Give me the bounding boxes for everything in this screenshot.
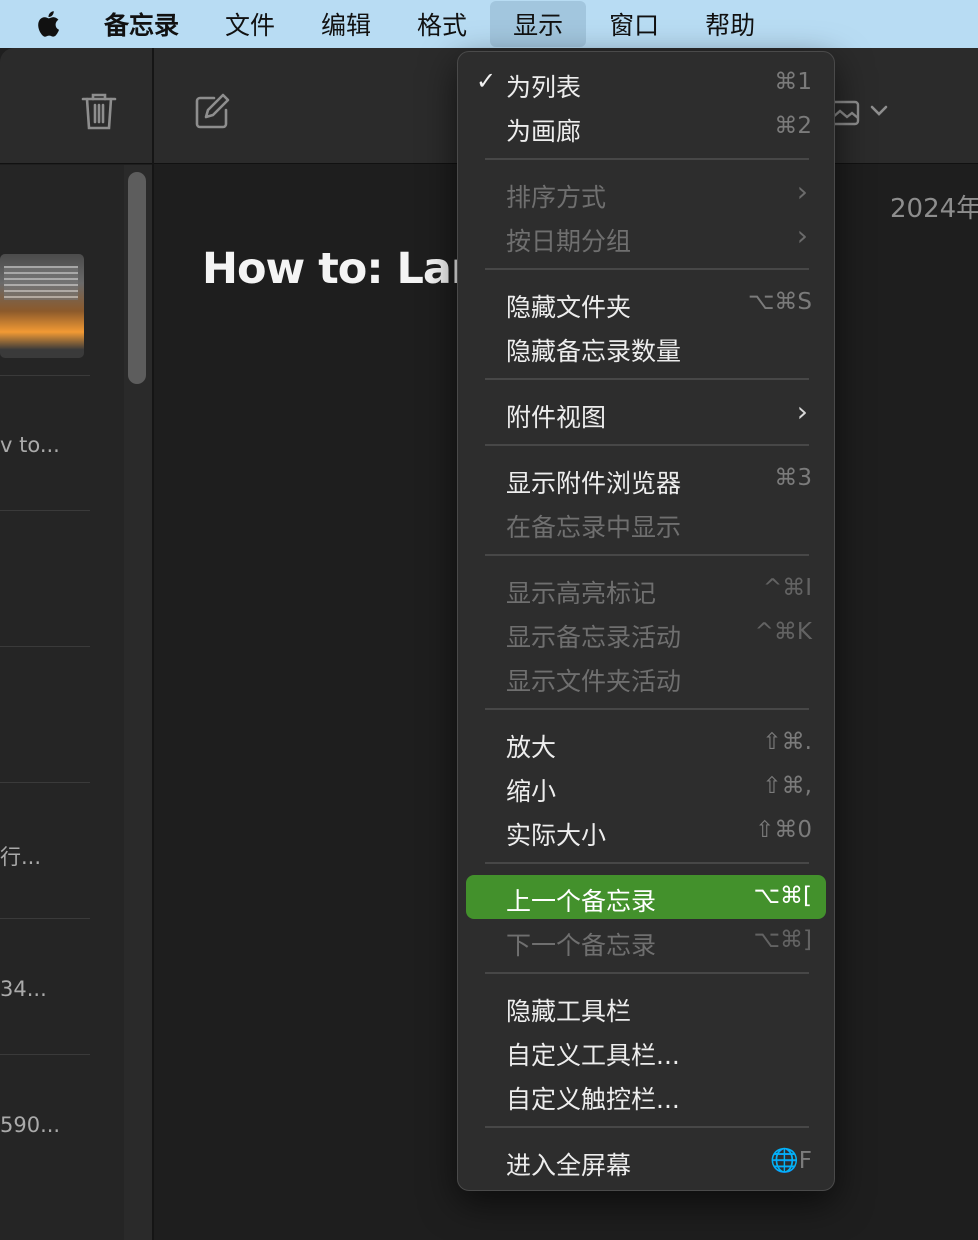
menu-item-as-gallery[interactable]: 为画廊 ⌘2 [466,105,826,149]
menu-item-show-attachments-browser[interactable]: 显示附件浏览器 ⌘3 [466,457,826,501]
menu-separator [485,1126,809,1128]
chevron-right-icon: › [796,395,808,428]
menu-item-show-folder-activity: 显示文件夹活动 [466,655,826,699]
menubar-edit[interactable]: 编辑 [298,0,394,48]
menu-bar: 备忘录 文件 编辑 格式 显示 窗口 帮助 [0,0,978,48]
menu-item-label: 在备忘录中显示 [506,513,682,542]
menu-item-label: 上一个备忘录 [506,887,657,916]
menu-item-attachment-view[interactable]: 附件视图 › [466,391,826,435]
menu-item-shortcut: ⌘2 [774,113,812,139]
menu-item-next-note: 下一个备忘录 ⌥⌘] [466,919,826,963]
menu-item-label: 隐藏备忘录数量 [506,337,682,366]
menu-item-shortcut: ⌥⌘] [753,927,812,953]
menu-item-shortcut: ⌥⌘S [747,289,812,315]
list-separator [0,918,90,919]
menu-item-customize-toolbar[interactable]: 自定义工具栏... [466,1029,826,1073]
compose-icon[interactable] [192,92,232,132]
menu-item-label: 排序方式 [506,183,607,212]
menu-item-shortcut: ^⌘I [762,575,812,601]
menu-item-label: 缩小 [506,777,557,806]
menu-item-group-by-date: 按日期分组 › [466,215,826,259]
menu-item-shortcut: 🌐F [770,1148,812,1174]
note-title[interactable]: How to: Lan [202,244,482,294]
menu-item-zoom-out[interactable]: 缩小 ⇧⌘, [466,765,826,809]
menu-item-label: 自定义触控栏... [506,1085,680,1114]
list-separator [0,646,90,647]
menu-item-shortcut: ⌘1 [774,69,812,95]
menu-separator [485,554,809,556]
menu-item-label: 按日期分组 [506,227,632,256]
list-separator [0,510,90,511]
menu-item-label: 下一个备忘录 [506,931,657,960]
menu-item-enter-full-screen[interactable]: 进入全屏幕 🌐F [466,1139,826,1183]
menu-item-label: 为画廊 [506,117,582,146]
menu-item-sort-by: 排序方式 › [466,171,826,215]
menubar-window[interactable]: 窗口 [586,0,682,48]
view-menu: ✓ 为列表 ⌘1 为画廊 ⌘2 排序方式 › 按日期分组 › 隐藏文件夹 ⌥⌘S… [457,51,835,1191]
menu-item-previous-note[interactable]: 上一个备忘录 ⌥⌘[ [466,875,826,919]
menu-item-shortcut: ⇧⌘. [762,729,812,755]
list-separator [0,375,90,376]
menu-separator [485,708,809,710]
note-thumbnail [0,254,84,358]
chevron-right-icon: › [796,219,808,252]
list-item-snippet[interactable]: 34... [0,977,47,1001]
menu-item-label: 放大 [506,733,557,762]
menu-separator [485,444,809,446]
menu-item-label: 进入全屏幕 [506,1151,632,1180]
menu-item-shortcut: ⇧⌘, [762,773,812,799]
menu-item-shortcut: ^⌘K [754,619,812,645]
menu-item-hide-note-count[interactable]: 隐藏备忘录数量 [466,325,826,369]
list-separator [0,782,90,783]
menu-item-label: 实际大小 [506,821,607,850]
menubar-view[interactable]: 显示 [490,1,587,47]
menubar-format[interactable]: 格式 [394,0,490,48]
menu-item-label: 显示备忘录活动 [506,623,682,652]
menu-item-label: 自定义工具栏... [506,1041,680,1070]
menu-separator [485,378,809,380]
menu-item-label: 为列表 [506,73,582,102]
menu-item-label: 显示文件夹活动 [506,667,682,696]
apple-icon[interactable] [0,0,100,48]
menubar-help[interactable]: 帮助 [682,0,778,48]
menu-item-shortcut: ⌥⌘[ [753,883,812,909]
list-item-snippet[interactable]: v to... [0,433,60,457]
menu-item-customize-touch-bar[interactable]: 自定义触控栏... [466,1073,826,1117]
menu-item-shortcut: ⇧⌘0 [755,817,812,843]
chevron-down-icon[interactable] [870,104,888,118]
scrollbar-thumb[interactable] [128,172,146,384]
menu-separator [485,158,809,160]
menu-separator [485,268,809,270]
menu-separator [485,972,809,974]
menu-item-label: 显示附件浏览器 [506,469,682,498]
trash-icon[interactable] [80,90,118,132]
list-item-snippet[interactable]: 590... [0,1113,60,1137]
note-date: 2024年 [890,194,978,224]
menu-item-label: 显示高亮标记 [506,579,657,608]
menu-item-label: 隐藏工具栏 [506,997,632,1026]
menu-item-as-list[interactable]: ✓ 为列表 ⌘1 [466,61,826,105]
menu-item-show-highlights: 显示高亮标记 ^⌘I [466,567,826,611]
menu-separator [485,862,809,864]
menu-item-label: 附件视图 [506,403,607,432]
checkmark-icon: ✓ [476,67,497,95]
list-separator [0,1054,90,1055]
menu-item-show-note-activity: 显示备忘录活动 ^⌘K [466,611,826,655]
menu-item-actual-size[interactable]: 实际大小 ⇧⌘0 [466,809,826,853]
menu-item-zoom-in[interactable]: 放大 ⇧⌘. [466,721,826,765]
chevron-right-icon: › [796,175,808,208]
menu-item-shortcut: ⌘3 [774,465,812,491]
menu-item-label: 隐藏文件夹 [506,293,632,322]
menu-item-hide-folders[interactable]: 隐藏文件夹 ⌥⌘S [466,281,826,325]
menubar-file[interactable]: 文件 [202,0,298,48]
menu-item-show-in-note: 在备忘录中显示 [466,501,826,545]
menubar-app-name[interactable]: 备忘录 [100,0,202,48]
menu-item-hide-toolbar[interactable]: 隐藏工具栏 [466,985,826,1029]
list-item-snippet[interactable]: 行... [0,841,41,871]
pane-divider[interactable] [152,48,154,1240]
